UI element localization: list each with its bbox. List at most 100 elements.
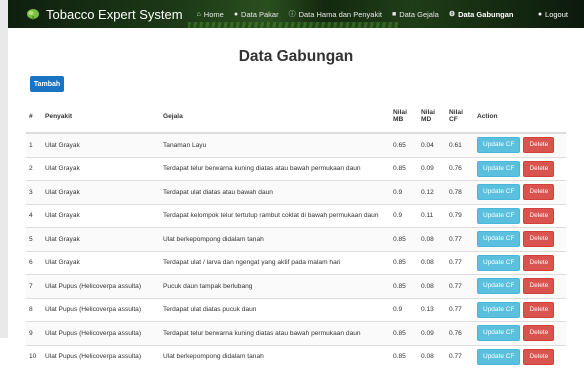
table-row: 8 Ulat Pupus (Helicoverpa assulta) Terdapa… [26,297,566,322]
tambah-button[interactable]: Tambah [30,76,64,92]
delete-button[interactable]: Delete [523,160,555,177]
cell-penyakit: Ulat Pupus (Helicoverpa assulta) [42,274,160,298]
cell-md: 0.12 [418,180,446,204]
cell-penyakit: Ulat Grayak [42,203,160,228]
delete-button[interactable]: Delete [523,207,555,224]
cell-gejala: Tanaman Layu [160,132,390,157]
cell-gejala: Terdapat ulat / larva dan ngengat yang a… [160,250,390,275]
header-action: Action [474,100,566,134]
update-cf-button[interactable]: Update CF [477,278,521,295]
update-cf-button[interactable]: Update CF [477,231,521,248]
delete-button[interactable]: Delete [523,184,555,201]
logout-link[interactable]: ● Logout [538,0,568,28]
data-table: # Penyakit Gejala Nilai MB Nilai MD Nilai C… [26,100,566,368]
user-icon: ● [537,10,543,18]
cell-md: 0.09 [418,321,446,345]
update-cf-button[interactable]: Update CF [477,348,521,365]
nav-label: Data Pakar [241,9,279,19]
table-row: 7 Ulat Pupus (Helicoverpa assulta) Pucuk d… [26,274,566,298]
delete-button[interactable]: Delete [523,301,555,318]
cell-gejala: Terdapat ulat diatas pucuk daun [160,297,390,322]
update-cf-button[interactable]: Update CF [477,184,521,201]
table-header-row: # Penyakit Gejala Nilai MB Nilai MD Nilai C… [26,100,566,134]
nav-label: Home [203,9,224,19]
cell-gejala: Pucuk daun tampak berlubang [160,274,390,298]
cell-cf: 0.78 [446,180,474,204]
cell-no: 8 [26,297,42,322]
cell-cf: 0.77 [446,297,474,322]
cell-penyakit: Ulat Pupus (Helicoverpa assulta) [42,344,160,368]
cell-mb: 0.85 [390,156,418,181]
cell-action: Update CF Delete [474,344,566,368]
cell-no: 10 [26,344,42,368]
cell-gejala: Terdapat telur berwarna kuning diatas at… [160,321,390,345]
cell-cf: 0.61 [446,132,474,157]
cell-action: Update CF Delete [474,250,566,275]
table-row: 2 Ulat Grayak Terdapat telur berwarna kuni… [26,156,566,181]
update-cf-button[interactable]: Update CF [477,325,521,342]
home-icon: ⌂ [196,10,201,18]
cell-mb: 0.85 [390,227,418,251]
cell-cf: 0.77 [446,250,474,275]
brand[interactable]: Tobacco Expert System [26,7,183,22]
nav-item-home[interactable]: ⌂ Home [197,10,224,19]
info-icon: ⓘ [288,11,296,18]
update-cf-button[interactable]: Update CF [477,301,521,318]
navbar: Tobacco Expert System ⌂ Home ● Data Paka… [8,0,584,28]
update-cf-button[interactable]: Update CF [477,254,521,271]
gear-icon: ⚙ [448,11,456,18]
header-gejala: Gejala [160,100,390,134]
app-frame: Tobacco Expert System ⌂ Home ● Data Paka… [0,0,584,368]
cell-no: 1 [26,132,42,157]
cell-action: Update CF Delete [474,321,566,345]
update-cf-button[interactable]: Update CF [477,207,521,224]
cell-no: 7 [26,274,42,298]
nav-item-data-gejala[interactable]: ■ Data Gejala [392,10,439,19]
update-cf-button[interactable]: Update CF [477,137,521,154]
cell-penyakit: Ulat Grayak [42,132,160,157]
table-row: 1 Ulat Grayak Tanaman Layu 0.65 0.04 0.61 Upda… [26,132,566,157]
table-row: 5 Ulat Grayak Ulat berkepompong didalam ta… [26,227,566,251]
cell-penyakit: Ulat Grayak [42,156,160,181]
cell-mb: 0.65 [390,132,418,157]
leaf-logo-icon [27,9,39,20]
table-row: 10 Ulat Pupus (Helicoverpa assulta) Ulat b… [26,344,566,368]
delete-button[interactable]: Delete [523,254,555,271]
header-md: Nilai MD [418,100,446,134]
cell-action: Update CF Delete [474,132,566,157]
nav-item-data-hama[interactable]: ⓘ Data Hama dan Penyakit [289,9,382,19]
cell-md: 0.04 [418,132,446,157]
cell-cf: 0.77 [446,227,474,251]
delete-button[interactable]: Delete [523,278,555,295]
nav-label: Data Hama dan Penyakit [298,9,382,19]
cell-gejala: Terdapat kelompok telur tertutup rambut … [160,203,390,228]
file-icon: ■ [391,10,397,18]
cell-md: 0.09 [418,156,446,181]
cell-gejala: Ulat berkepompong didalam tanah [160,344,390,368]
cell-md: 0.08 [418,227,446,251]
table-row: 9 Ulat Pupus (Helicoverpa assulta) Terdapa… [26,321,566,345]
delete-button[interactable]: Delete [523,231,555,248]
main-content: Data Gabungan Tambah # Penyakit Gejala N… [26,28,566,368]
cell-gejala: Ulat berkepompong didalam tanah [160,227,390,251]
cell-action: Update CF Delete [474,227,566,251]
table-row: 6 Ulat Grayak Terdapat ulat / larva dan ng… [26,250,566,275]
delete-button[interactable]: Delete [523,325,555,342]
cell-mb: 0.9 [390,297,418,322]
user-icon: ● [233,10,239,18]
update-cf-button[interactable]: Update CF [477,160,521,177]
left-edge [0,0,8,338]
brand-title: Tobacco Expert System [46,6,183,22]
delete-button[interactable]: Delete [523,348,555,365]
cell-md: 0.08 [418,344,446,368]
cell-no: 3 [26,180,42,204]
cell-md: 0.13 [418,297,446,322]
header-no: # [26,100,42,134]
nav-item-data-gabungan[interactable]: ⚙ Data Gabungan [449,10,514,19]
cell-mb: 0.9 [390,180,418,204]
cell-no: 4 [26,203,42,228]
cell-cf: 0.77 [446,344,474,368]
cell-cf: 0.76 [446,321,474,345]
delete-button[interactable]: Delete [523,137,555,154]
nav-item-data-pakar[interactable]: ● Data Pakar [234,10,279,19]
